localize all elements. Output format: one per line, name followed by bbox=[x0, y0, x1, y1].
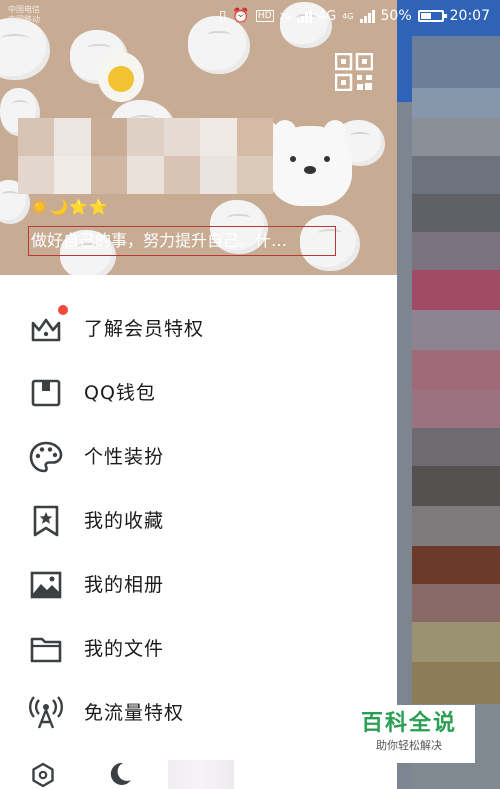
wallet-icon bbox=[31, 379, 61, 407]
menu-item-label: 我的文件 bbox=[84, 638, 165, 660]
menu-item-label: 个性装扮 bbox=[84, 446, 165, 468]
weather-mosaic bbox=[168, 760, 234, 789]
alarm-icon: ⏰ bbox=[232, 8, 250, 24]
drawer-menu: 了解会员特权 QQ钱包 个性装扮 我的收藏 我的相册 我的文件 免流量特权 bbox=[0, 297, 397, 745]
personal-signature[interactable]: 做好自己的事，努力提升自己。什… bbox=[28, 226, 336, 256]
menu-item-free-data[interactable]: 免流量特权 bbox=[0, 681, 397, 745]
folder-icon bbox=[30, 637, 62, 663]
menu-item-favorites[interactable]: 我的收藏 bbox=[0, 489, 397, 553]
menu-item-wallet[interactable]: QQ钱包 bbox=[0, 361, 397, 425]
menu-item-label: QQ钱包 bbox=[84, 382, 156, 404]
menu-item-files[interactable]: 我的文件 bbox=[0, 617, 397, 681]
watermark-title: 百科全说 bbox=[360, 711, 457, 736]
menu-item-theme[interactable]: 个性装扮 bbox=[0, 425, 397, 489]
bookmark-star-icon bbox=[33, 505, 59, 537]
crown-icon bbox=[31, 318, 61, 342]
palette-icon bbox=[29, 441, 63, 473]
network-type: 4G bbox=[342, 11, 354, 21]
status-icons: ▯ ⏰ HD 2G 4G 4G 50% 20:07 bbox=[219, 8, 490, 24]
menu-item-label: 我的收藏 bbox=[84, 510, 165, 532]
nickname-mosaic bbox=[18, 118, 273, 194]
vibrate-icon: ▯ bbox=[218, 8, 227, 24]
qr-code-icon[interactable] bbox=[335, 53, 373, 91]
image-icon bbox=[30, 571, 62, 599]
bear-decoration bbox=[268, 120, 352, 206]
drawer-footer bbox=[0, 750, 397, 789]
carrier-info: 中国电信 中国移动 bbox=[8, 5, 40, 25]
network-type: 4G bbox=[317, 8, 337, 24]
menu-item-album[interactable]: 我的相册 bbox=[0, 553, 397, 617]
menu-item-label: 免流量特权 bbox=[84, 702, 185, 724]
profile-header[interactable]: ☀️🌙⭐⭐ 做好自己的事，努力提升自己。什… bbox=[0, 0, 397, 275]
side-drawer: ☀️🌙⭐⭐ 做好自己的事，努力提升自己。什… 了解会员特权 QQ钱包 个性装扮 … bbox=[0, 0, 397, 789]
watermark-logo: 百科全说 助你轻松解决 bbox=[343, 705, 475, 763]
battery-icon bbox=[417, 10, 447, 22]
settings-icon[interactable] bbox=[30, 762, 56, 788]
signal-icon bbox=[359, 9, 375, 23]
hd-icon: HD bbox=[255, 10, 274, 22]
notification-dot bbox=[58, 305, 68, 315]
signal-icon bbox=[296, 9, 312, 23]
background-chat-list[interactable] bbox=[397, 0, 500, 789]
battery-percent: 50% bbox=[380, 8, 412, 24]
egg-decoration bbox=[98, 52, 144, 102]
network-type: 2G bbox=[279, 11, 291, 21]
menu-item-label: 我的相册 bbox=[84, 574, 165, 596]
status-bar: 中国电信 中国移动 ▯ ⏰ HD 2G 4G 4G 50% 20:07 bbox=[0, 0, 500, 34]
menu-item-vip[interactable]: 了解会员特权 bbox=[0, 297, 397, 361]
carrier-label: 中国移动 bbox=[8, 15, 40, 24]
menu-item-label: 了解会员特权 bbox=[84, 318, 205, 340]
night-mode-icon[interactable] bbox=[106, 760, 134, 788]
watermark-subtitle: 助你轻松解决 bbox=[376, 739, 442, 752]
level-badges[interactable]: ☀️🌙⭐⭐ bbox=[30, 198, 109, 216]
broadcast-icon bbox=[29, 696, 63, 729]
carrier-label: 中国电信 bbox=[8, 5, 40, 14]
clock: 20:07 bbox=[449, 8, 490, 24]
